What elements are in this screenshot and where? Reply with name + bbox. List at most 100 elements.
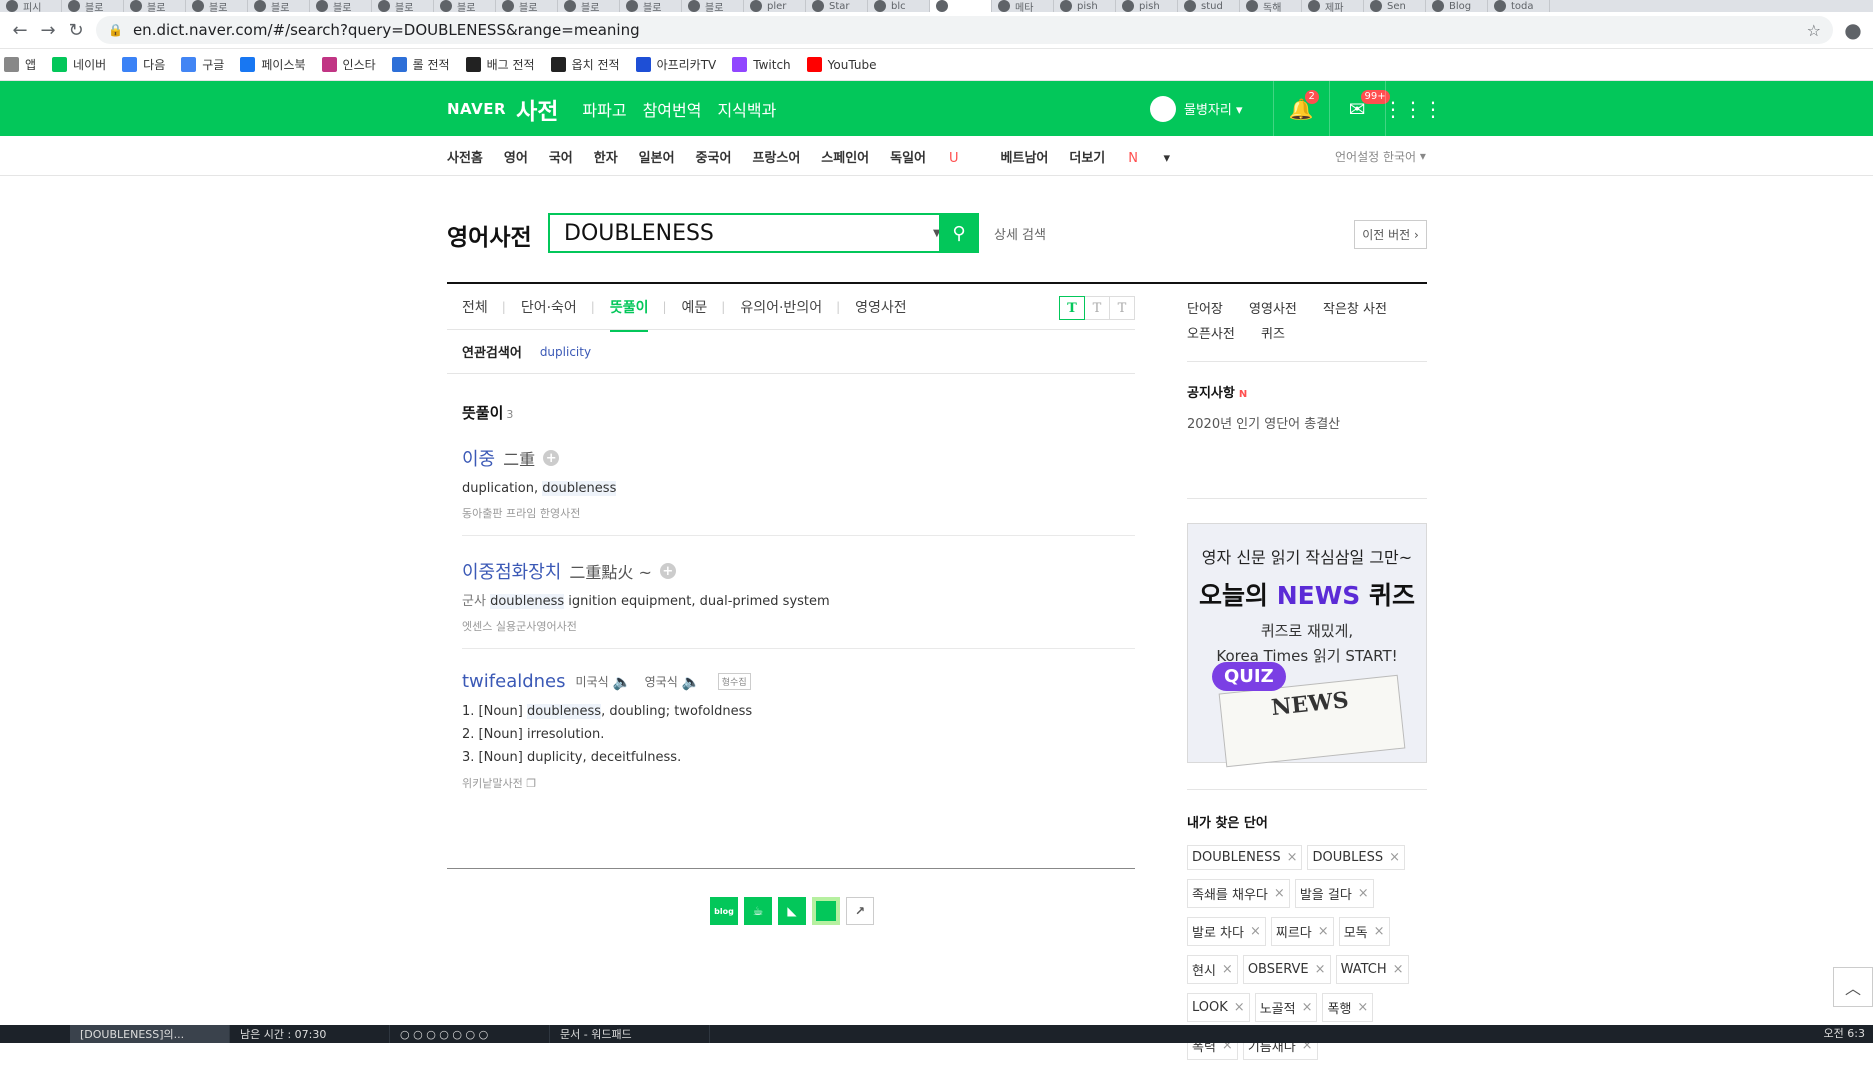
memo-share-icon[interactable] bbox=[812, 897, 840, 925]
add-wordbook-icon[interactable]: + bbox=[659, 563, 676, 579]
browser-tab[interactable]: 블로 bbox=[186, 0, 248, 12]
mail-button[interactable]: ✉ 99+ bbox=[1328, 81, 1390, 136]
bookmark-item[interactable]: 옵치 전적 bbox=[550, 56, 620, 73]
nav-item-chinese[interactable]: 중국어 bbox=[696, 147, 732, 166]
share-icon[interactable]: ↗ bbox=[846, 897, 874, 925]
history-chip[interactable]: 현시 × bbox=[1187, 955, 1238, 984]
cafe-share-icon[interactable]: ☕ bbox=[744, 897, 772, 925]
browser-tab[interactable]: 블로 bbox=[558, 0, 620, 12]
history-chip[interactable]: DOUBLENESS × bbox=[1187, 845, 1303, 870]
start-button[interactable] bbox=[0, 1025, 70, 1043]
nav-item-more[interactable]: 더보기 N ▾ bbox=[1069, 147, 1170, 166]
keep-share-icon[interactable]: ◣ bbox=[778, 897, 806, 925]
prev-version-button[interactable]: 이전 버전 › bbox=[1354, 220, 1427, 249]
browser-tab[interactable]: pish bbox=[1054, 0, 1116, 12]
history-chip[interactable]: 찌르다 × bbox=[1270, 917, 1334, 946]
browser-tab[interactable]: 피시 bbox=[0, 0, 62, 12]
tab-examples[interactable]: 예문 bbox=[682, 297, 708, 317]
browser-tab[interactable]: Star bbox=[806, 0, 868, 12]
close-icon[interactable]: × bbox=[1315, 962, 1326, 977]
bookmark-item[interactable]: 네이버 bbox=[52, 56, 106, 73]
browser-tab[interactable]: Blog bbox=[1426, 0, 1488, 12]
link-quiz[interactable]: 퀴즈 bbox=[1261, 327, 1285, 342]
history-chip[interactable]: LOOK × bbox=[1187, 993, 1250, 1022]
header-link-encyclopedia[interactable]: 지식백과 bbox=[717, 97, 776, 121]
add-wordbook-icon[interactable]: + bbox=[543, 450, 560, 466]
history-chip[interactable]: DOUBLESS × bbox=[1307, 845, 1406, 870]
browser-tab[interactable]: toda bbox=[1488, 0, 1550, 12]
bookmark-item[interactable]: 아프리카TV bbox=[635, 56, 716, 73]
search-input[interactable] bbox=[564, 220, 933, 246]
nav-item-german[interactable]: 독일어 U bbox=[890, 147, 979, 166]
bookmark-item[interactable]: 앱 bbox=[4, 56, 36, 73]
dictionary-logo[interactable]: 사전 bbox=[516, 92, 558, 126]
news-quiz-banner[interactable]: 영자 신문 읽기 작심삼일 그만~ 오늘의 NEWS 퀴즈 퀴즈로 재밌게, K… bbox=[1187, 523, 1427, 768]
profile-icon[interactable]: ● bbox=[1839, 16, 1867, 44]
url-input[interactable]: 🔒 en.dict.naver.com/#/search?query=DOUBL… bbox=[96, 16, 1833, 44]
nav-item-hanja[interactable]: 한자 bbox=[594, 147, 618, 166]
bookmark-item[interactable]: 페이스북 bbox=[240, 56, 306, 73]
history-chip[interactable]: WATCH × bbox=[1335, 955, 1409, 984]
headword-link[interactable]: twifealdnes bbox=[462, 671, 566, 692]
header-link-papago[interactable]: 파파고 bbox=[582, 97, 626, 121]
link-mini-dictionary[interactable]: 작은창 사전 bbox=[1323, 302, 1387, 317]
browser-tab[interactable]: stud bbox=[1178, 0, 1240, 12]
tab-synonyms[interactable]: 유의어·반의어 bbox=[740, 297, 822, 317]
browser-tab[interactable]: blc bbox=[868, 0, 930, 12]
nav-item-korean[interactable]: 국어 bbox=[549, 147, 573, 166]
link-english-english[interactable]: 영영사전 bbox=[1249, 302, 1297, 317]
source[interactable]: 위키낱말사전 ❐ bbox=[462, 775, 1135, 791]
browser-tab[interactable]: 블로 bbox=[434, 0, 496, 12]
font-size-large-button[interactable]: T bbox=[1109, 296, 1135, 320]
nav-item-spanish[interactable]: 스페인어 bbox=[821, 147, 869, 166]
close-icon[interactable]: × bbox=[1389, 850, 1400, 865]
close-icon[interactable]: × bbox=[1358, 886, 1369, 901]
taskbar-item[interactable]: 문서 - 워드패드 bbox=[550, 1025, 710, 1043]
history-chip[interactable]: 족쇄를 채우다 × bbox=[1187, 879, 1290, 908]
browser-tab[interactable] bbox=[930, 0, 992, 12]
nav-item-english[interactable]: 영어 bbox=[504, 147, 528, 166]
close-icon[interactable]: × bbox=[1357, 1000, 1368, 1015]
browser-tab[interactable]: 메타 bbox=[992, 0, 1054, 12]
tab-english-english[interactable]: 영영사전 bbox=[855, 297, 907, 317]
back-icon[interactable]: ← bbox=[6, 16, 34, 44]
avatar[interactable] bbox=[1150, 95, 1176, 122]
close-icon[interactable]: × bbox=[1287, 850, 1298, 865]
history-chip[interactable]: 발을 걸다 × bbox=[1294, 879, 1374, 908]
naver-logo[interactable]: NAVER bbox=[447, 100, 506, 118]
history-chip[interactable]: OBSERVE × bbox=[1242, 955, 1331, 984]
nav-item-home[interactable]: 사전홈 bbox=[447, 147, 483, 166]
header-link-translation[interactable]: 참여번역 bbox=[643, 97, 702, 121]
browser-tab[interactable]: Sen bbox=[1364, 0, 1426, 12]
browser-tab[interactable]: 독해 bbox=[1240, 0, 1302, 12]
bookmark-item[interactable]: 다음 bbox=[122, 56, 165, 73]
close-icon[interactable]: × bbox=[1234, 1000, 1245, 1015]
history-chip[interactable]: 모독 × bbox=[1338, 917, 1390, 946]
tab-meaning[interactable]: 뜻풀이 bbox=[609, 297, 648, 332]
user-menu[interactable]: 물병자리 ▾ bbox=[1184, 99, 1243, 118]
search-button[interactable]: ⚲ bbox=[939, 213, 979, 253]
blog-share-icon[interactable]: blog bbox=[710, 897, 738, 925]
star-icon[interactable]: ☆ bbox=[1807, 21, 1821, 40]
source[interactable]: 동아출판 프라임 한영사전 bbox=[462, 505, 1135, 521]
close-icon[interactable]: × bbox=[1302, 1000, 1313, 1015]
nav-item-french[interactable]: 프랑스어 bbox=[752, 147, 800, 166]
browser-tab[interactable]: 블로 bbox=[372, 0, 434, 12]
taskbar-item[interactable]: 남은 시간 : 07:30 bbox=[230, 1025, 390, 1043]
browser-tab[interactable]: 블로 bbox=[248, 0, 310, 12]
browser-tab[interactable]: pish bbox=[1116, 0, 1178, 12]
bookmark-item[interactable]: 배그 전적 bbox=[465, 56, 535, 73]
related-link[interactable]: duplicity bbox=[540, 345, 591, 359]
browser-tab[interactable]: 제파 bbox=[1302, 0, 1364, 12]
browser-tab[interactable]: 블로 bbox=[620, 0, 682, 12]
browser-tab[interactable]: 블로 bbox=[496, 0, 558, 12]
history-chip[interactable]: 노골적 × bbox=[1254, 993, 1318, 1022]
bookmark-item[interactable]: Twitch bbox=[732, 57, 791, 72]
tab-all[interactable]: 전체 bbox=[462, 297, 488, 317]
headword-link[interactable]: 이중 bbox=[462, 445, 495, 471]
headword-link[interactable]: 이중점화장치 bbox=[462, 558, 561, 584]
link-open-dictionary[interactable]: 오픈사전 bbox=[1187, 327, 1235, 342]
source[interactable]: 엣센스 실용군사영어사전 bbox=[462, 618, 1135, 634]
close-icon[interactable]: × bbox=[1274, 886, 1285, 901]
tab-words-idioms[interactable]: 단어·숙어 bbox=[521, 297, 577, 317]
